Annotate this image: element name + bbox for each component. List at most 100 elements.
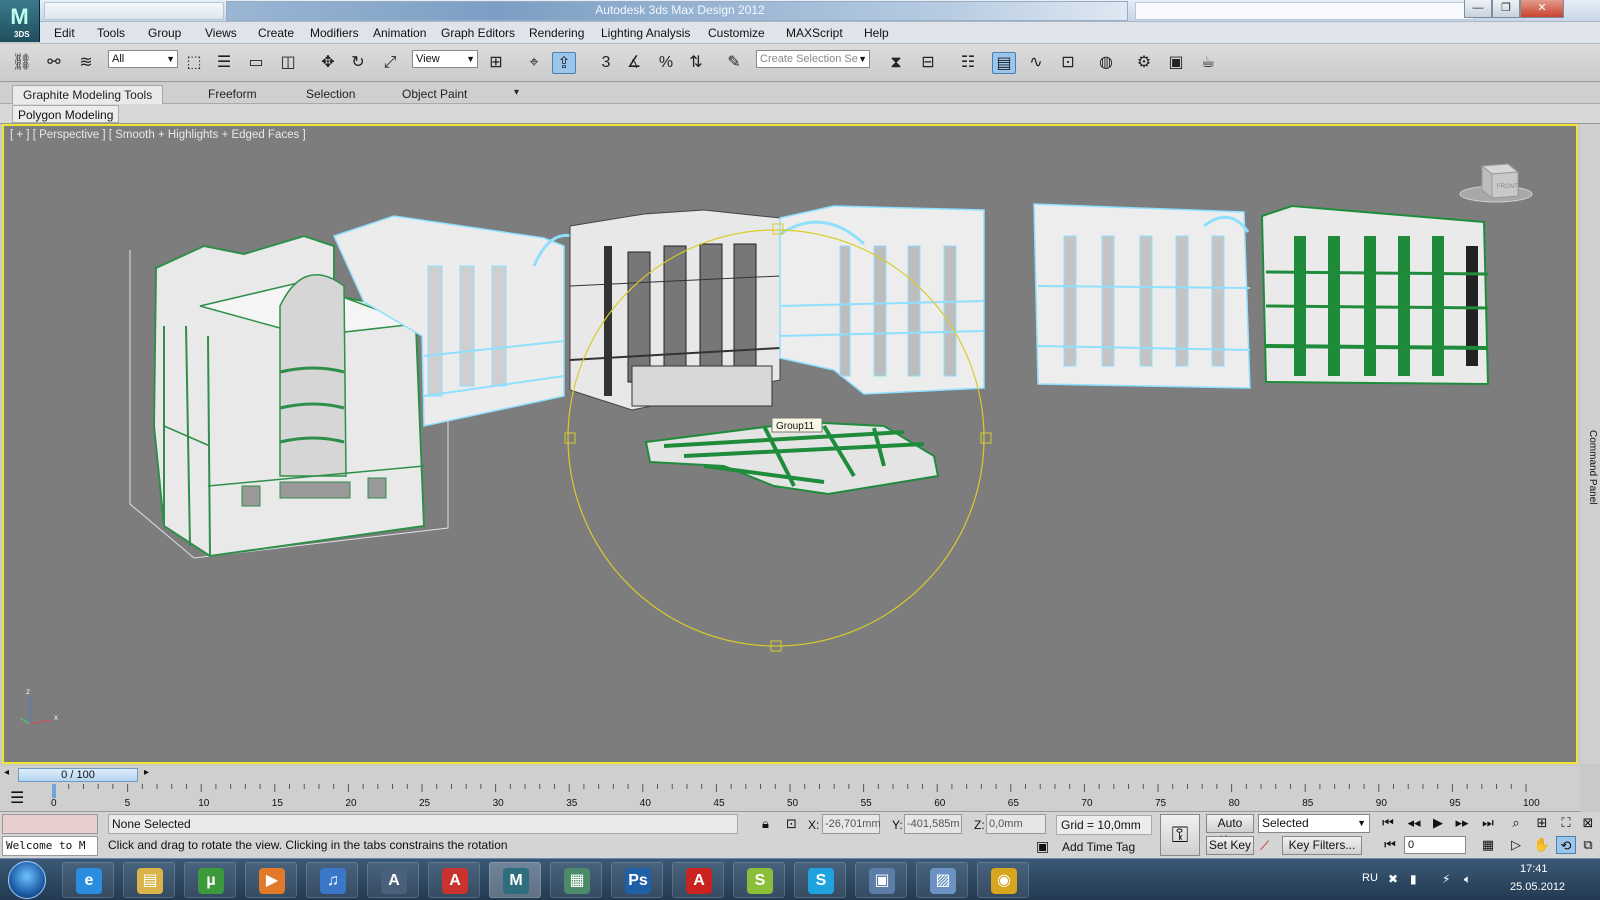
absolute-mode-icon[interactable]: ⊡ bbox=[786, 816, 797, 832]
select-and-scale-icon[interactable]: ⤢ bbox=[378, 52, 402, 74]
tab-freeform[interactable]: Freeform bbox=[198, 85, 267, 104]
zoom-extents-icon[interactable]: ⛶ bbox=[1556, 814, 1576, 832]
select-object-icon[interactable]: ⬚ bbox=[182, 52, 206, 74]
close-button[interactable]: ✕ bbox=[1520, 0, 1564, 18]
current-frame-field[interactable]: 0 bbox=[1404, 836, 1466, 854]
application-button[interactable]: M 3DS bbox=[0, 0, 40, 42]
building-center-white[interactable] bbox=[569, 209, 781, 411]
edit-named-selection-icon[interactable]: ✎ bbox=[722, 52, 746, 74]
named-selection-sets-dropdown[interactable]: Create Selection Se ▼ bbox=[756, 50, 870, 68]
pan-view-icon[interactable]: ✋ bbox=[1532, 836, 1552, 854]
key-mode-icon[interactable]: ⟋ bbox=[1260, 838, 1269, 854]
taskbar-file-explorer[interactable]: ▤ bbox=[123, 862, 175, 898]
track-bar[interactable]: ☰ 0 5 10 15 20 25 30 35 40 45 50 55 60 65 70 75 80 85 90 95… bbox=[0, 784, 1580, 812]
menu-edit[interactable]: Edit bbox=[54, 26, 75, 40]
volume-icon[interactable]: 🔈︎ bbox=[1464, 872, 1471, 887]
x-coordinate-field[interactable]: -26,701mm bbox=[822, 814, 881, 834]
taskbar-remote-desktop[interactable]: ▣ bbox=[855, 862, 907, 898]
network-warning-icon[interactable]: ✖ bbox=[1388, 872, 1398, 886]
select-and-move-icon[interactable]: ✥ bbox=[316, 52, 340, 74]
menu-group[interactable]: Group bbox=[148, 26, 181, 40]
menu-lighting-analysis[interactable]: Lighting Analysis bbox=[601, 26, 690, 40]
orbit-icon[interactable]: ⟲ bbox=[1556, 836, 1576, 854]
current-frame-marker[interactable] bbox=[52, 784, 56, 798]
select-by-name-icon[interactable]: ☰ bbox=[212, 52, 236, 74]
field-of-view-icon[interactable]: ▷ bbox=[1506, 836, 1526, 854]
taskbar-photoshop[interactable]: Ps bbox=[611, 862, 663, 898]
taskbar-itunes[interactable]: ♫ bbox=[306, 862, 358, 898]
play-icon[interactable]: ▶ bbox=[1428, 814, 1448, 832]
render-production-icon[interactable]: ☕ bbox=[1196, 52, 1220, 74]
angle-snap-icon[interactable]: ∡ bbox=[622, 52, 646, 74]
taskbar-autocad-architecture[interactable]: A bbox=[367, 862, 419, 898]
menu-help[interactable]: Help bbox=[864, 26, 889, 40]
taskbar-media-player[interactable]: ▶ bbox=[245, 862, 297, 898]
key-mode-toggle-icon[interactable]: ⏮ bbox=[1380, 836, 1400, 854]
menu-modifiers[interactable]: Modifiers bbox=[310, 26, 359, 40]
building-green-right[interactable] bbox=[1260, 204, 1490, 386]
isolate-selection-icon[interactable]: ▣ bbox=[1036, 838, 1049, 855]
ribbon-options-icon[interactable]: ▾ bbox=[504, 85, 529, 104]
maximize-viewport-icon[interactable]: ⧉ bbox=[1578, 836, 1598, 854]
select-manipulate-icon[interactable]: ⌖ bbox=[522, 52, 546, 74]
building-cyan-right-center[interactable] bbox=[779, 205, 985, 395]
rendered-frame-window-icon[interactable]: ▣ bbox=[1164, 52, 1188, 74]
key-selection-dropdown[interactable]: Selected ▼ bbox=[1258, 814, 1370, 833]
clock-time[interactable]: 17:41 bbox=[1520, 863, 1548, 875]
add-time-tag[interactable]: Add Time Tag bbox=[1062, 840, 1135, 854]
set-keys-big-icon[interactable]: ⚿ bbox=[1160, 814, 1200, 856]
tab-graphite-modeling-tools[interactable]: Graphite Modeling Tools bbox=[12, 85, 164, 104]
keyboard-shortcut-override-icon[interactable]: ⇪ bbox=[552, 52, 576, 74]
menu-customize[interactable]: Customize bbox=[708, 26, 765, 40]
menu-maxscript[interactable]: MAXScript bbox=[786, 26, 843, 40]
start-button[interactable] bbox=[8, 861, 46, 899]
time-slider-prev-icon[interactable]: ◂ bbox=[4, 767, 9, 778]
time-slider[interactable]: ◂ 0 / 100 ▸ bbox=[0, 766, 1580, 784]
select-and-link-icon[interactable]: ⛓ bbox=[10, 52, 34, 74]
polygon-modeling-panel[interactable]: Polygon Modeling bbox=[12, 105, 120, 123]
taskbar-skype[interactable]: S bbox=[794, 862, 846, 898]
tab-object-paint[interactable]: Object Paint bbox=[392, 85, 477, 104]
previous-frame-icon[interactable]: ◂◂ bbox=[1404, 814, 1424, 832]
taskbar-chrome[interactable]: ◉ bbox=[977, 862, 1029, 898]
minimize-button[interactable]: — bbox=[1464, 0, 1492, 18]
clock-date[interactable]: 25.05.2012 bbox=[1510, 881, 1565, 893]
menu-rendering[interactable]: Rendering bbox=[529, 26, 584, 40]
taskbar-photo-viewer[interactable]: ▨ bbox=[916, 862, 968, 898]
maximize-button[interactable]: ❐ bbox=[1492, 0, 1520, 18]
spinner-snap-icon[interactable]: ⇅ bbox=[684, 52, 708, 74]
z-coordinate-field[interactable]: 0,0mm bbox=[986, 814, 1046, 834]
next-frame-icon[interactable]: ▸▸ bbox=[1452, 814, 1472, 832]
select-and-rotate-icon[interactable]: ↻ bbox=[346, 52, 370, 74]
time-slider-next-icon[interactable]: ▸ bbox=[144, 767, 149, 778]
render-setup-icon[interactable]: ⚙ bbox=[1132, 52, 1156, 74]
maxscript-listener-mini[interactable] bbox=[2, 814, 98, 834]
bind-space-warp-icon[interactable]: ≋ bbox=[74, 52, 98, 74]
language-indicator[interactable]: RU bbox=[1362, 872, 1378, 884]
zoom-icon[interactable]: ⌕ bbox=[1506, 814, 1526, 832]
align-icon[interactable]: ⊟ bbox=[916, 52, 940, 74]
percent-snap-icon[interactable]: % bbox=[654, 52, 678, 74]
pivot-center-icon[interactable]: ⊞ bbox=[484, 52, 508, 74]
unlink-selection-icon[interactable]: ⚯ bbox=[42, 52, 66, 74]
layer-manager-icon[interactable]: ☷ bbox=[956, 52, 980, 74]
menu-create[interactable]: Create bbox=[258, 26, 294, 40]
signal-icon[interactable]: ▮ bbox=[1410, 872, 1417, 886]
go-to-start-icon[interactable]: ⏮ bbox=[1378, 814, 1398, 832]
menu-tools[interactable]: Tools bbox=[97, 26, 125, 40]
time-slider-thumb[interactable]: 0 / 100 bbox=[18, 768, 138, 782]
selection-filter-dropdown[interactable]: All ▼ bbox=[108, 50, 178, 68]
go-to-end-icon[interactable]: ⏭ bbox=[1478, 814, 1498, 832]
menu-views[interactable]: Views bbox=[205, 26, 237, 40]
taskbar-autocad[interactable]: A bbox=[428, 862, 480, 898]
viewport-label-menu[interactable]: [ + ] [ Perspective ] [ Smooth + Highlig… bbox=[10, 129, 306, 141]
menu-animation[interactable]: Animation bbox=[373, 26, 426, 40]
graphite-toggle-icon[interactable]: ▤ bbox=[992, 52, 1016, 74]
zoom-extents-all-icon[interactable]: ⊠ bbox=[1578, 814, 1598, 832]
window-crossing-icon[interactable]: ◫ bbox=[276, 52, 300, 74]
power-icon[interactable]: ⚡ bbox=[1442, 872, 1450, 886]
curve-editor-icon[interactable]: ∿ bbox=[1024, 52, 1048, 74]
mirror-icon[interactable]: ⧗ bbox=[884, 52, 908, 74]
taskbar-acrobat[interactable]: A bbox=[672, 862, 724, 898]
reference-coordinate-dropdown[interactable]: View ▼ bbox=[412, 50, 478, 68]
